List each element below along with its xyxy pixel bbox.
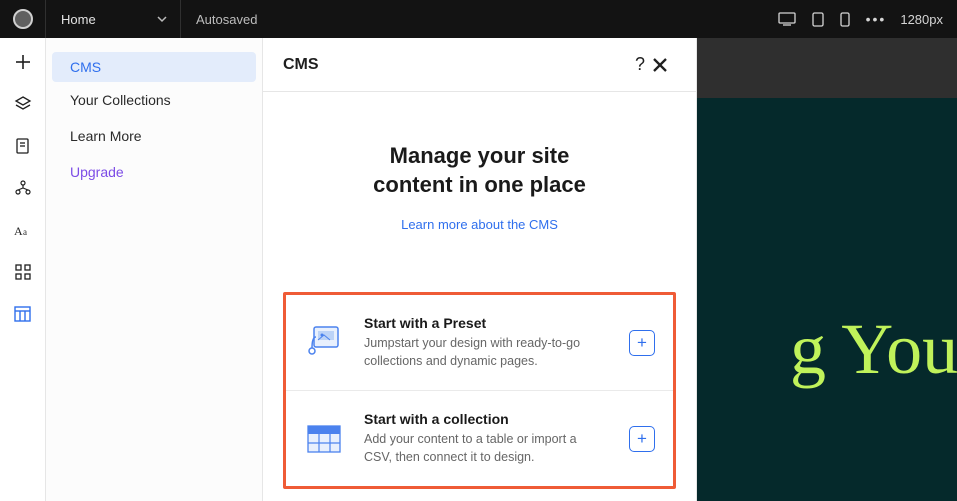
hero-text: g Your and bbox=[790, 308, 957, 391]
svg-text:A: A bbox=[14, 224, 23, 238]
collection-table-icon bbox=[304, 419, 344, 459]
tool-rail: Aa bbox=[0, 38, 46, 501]
sidebar-item-cms[interactable]: CMS bbox=[52, 52, 256, 82]
cms-icon[interactable] bbox=[13, 304, 33, 324]
sidebar-item-label: CMS bbox=[70, 59, 101, 75]
tablet-icon[interactable] bbox=[812, 12, 824, 27]
apps-icon[interactable] bbox=[13, 262, 33, 282]
save-status: Autosaved bbox=[181, 12, 257, 27]
panel-title: CMS bbox=[283, 56, 319, 74]
cms-panel: CMS ? Manage your site content in one pl… bbox=[263, 38, 697, 501]
add-icon[interactable] bbox=[13, 52, 33, 72]
option-body: Start with a Preset Jumpstart your desig… bbox=[364, 315, 609, 370]
sidebar-item-your-collections[interactable]: Your Collections bbox=[46, 82, 262, 118]
app-logo[interactable] bbox=[0, 0, 46, 38]
canvas-preview[interactable]: g Your and bbox=[697, 38, 957, 501]
hero-section-preview: g Your and bbox=[697, 98, 957, 501]
help-icon[interactable]: ? bbox=[628, 54, 652, 75]
page-name: Home bbox=[61, 12, 96, 27]
panel-body: Manage your site content in one place Le… bbox=[263, 92, 696, 501]
layers-icon[interactable] bbox=[13, 94, 33, 114]
sitemap-icon[interactable] bbox=[13, 178, 33, 198]
panel-header: CMS ? bbox=[263, 38, 696, 92]
option-body: Start with a collection Add your content… bbox=[364, 411, 609, 466]
typography-icon[interactable]: Aa bbox=[13, 220, 33, 240]
more-devices-icon[interactable]: ••• bbox=[866, 11, 887, 27]
top-bar: Home Autosaved ••• 1280px bbox=[0, 0, 957, 38]
add-collection-button[interactable]: + bbox=[629, 426, 655, 452]
svg-text:a: a bbox=[23, 227, 27, 237]
add-preset-button[interactable]: + bbox=[629, 330, 655, 356]
page-selector-dropdown[interactable]: Home bbox=[46, 0, 181, 38]
option-desc: Jumpstart your design with ready-to-go c… bbox=[364, 335, 604, 370]
canvas-width-label: 1280px bbox=[900, 12, 957, 27]
sidebar-item-learn-more[interactable]: Learn More bbox=[46, 118, 262, 154]
close-icon[interactable] bbox=[652, 57, 676, 73]
learn-more-link[interactable]: Learn more about the CMS bbox=[283, 217, 676, 232]
sidebar-item-label: Upgrade bbox=[70, 164, 124, 180]
preset-icon bbox=[304, 323, 344, 363]
chevron-down-icon bbox=[157, 12, 167, 27]
pages-icon[interactable] bbox=[13, 136, 33, 156]
option-start-collection[interactable]: Start with a collection Add your content… bbox=[286, 390, 673, 486]
option-title: Start with a collection bbox=[364, 411, 609, 427]
circle-logo-icon bbox=[13, 9, 33, 29]
sidebar-item-label: Your Collections bbox=[70, 92, 171, 108]
mobile-icon[interactable] bbox=[840, 12, 850, 27]
cms-sidebar: CMS Your Collections Learn More Upgrade bbox=[46, 38, 263, 501]
device-preview-icons: ••• bbox=[778, 11, 901, 27]
sidebar-item-upgrade[interactable]: Upgrade bbox=[46, 154, 262, 190]
option-start-preset[interactable]: Start with a Preset Jumpstart your desig… bbox=[286, 295, 673, 390]
desktop-icon[interactable] bbox=[778, 12, 796, 26]
sidebar-item-label: Learn More bbox=[70, 128, 142, 144]
option-title: Start with a Preset bbox=[364, 315, 609, 331]
panel-heading: Manage your site content in one place bbox=[283, 142, 676, 199]
start-options-highlight: Start with a Preset Jumpstart your desig… bbox=[283, 292, 676, 489]
option-desc: Add your content to a table or import a … bbox=[364, 431, 604, 466]
